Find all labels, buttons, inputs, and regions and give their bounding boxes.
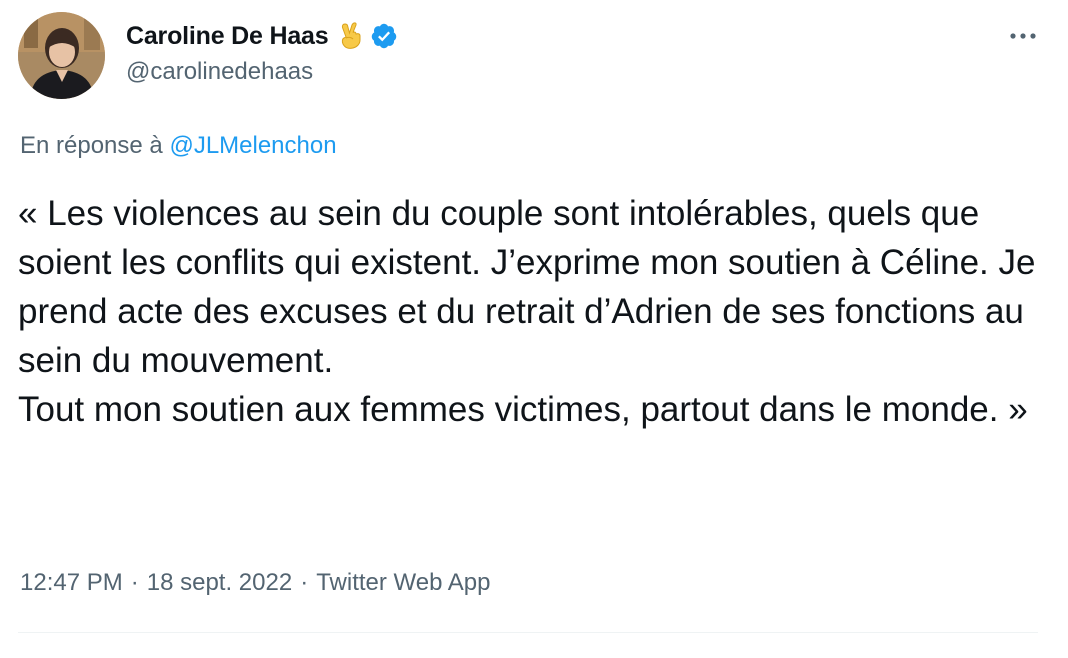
avatar[interactable] bbox=[18, 12, 105, 99]
tweet-text: « Les violences au sein du couple sont i… bbox=[18, 189, 1038, 434]
tweet-metadata: 12:47 PM · 18 sept. 2022 · Twitter Web App bbox=[20, 569, 491, 597]
display-name[interactable]: Caroline De Haas bbox=[126, 22, 329, 51]
tweet-time[interactable]: 12:47 PM bbox=[20, 569, 123, 596]
tweet-container: Caroline De Haas @carolinedehaas En répo… bbox=[0, 0, 1068, 658]
more-options-icon[interactable] bbox=[1006, 22, 1040, 50]
tweet-paragraph: « Les violences au sein du couple sont i… bbox=[18, 194, 1036, 380]
verified-badge-icon bbox=[370, 22, 398, 50]
reply-context: En réponse à @JLMelenchon bbox=[20, 132, 337, 160]
reply-prefix: En réponse à bbox=[20, 132, 163, 159]
name-row: Caroline De Haas bbox=[126, 20, 398, 52]
author-header: Caroline De Haas @carolinedehaas bbox=[126, 20, 398, 86]
tweet-paragraph: Tout mon soutien aux femmes victimes, pa… bbox=[18, 390, 1028, 429]
meta-separator: · bbox=[300, 569, 309, 596]
author-handle[interactable]: @carolinedehaas bbox=[126, 58, 398, 86]
tweet-source[interactable]: Twitter Web App bbox=[316, 569, 490, 596]
meta-separator: · bbox=[130, 569, 139, 596]
victory-hand-icon bbox=[338, 22, 364, 50]
avatar-image bbox=[18, 12, 105, 99]
tweet-date[interactable]: 18 sept. 2022 bbox=[147, 569, 292, 596]
reply-mention-link[interactable]: @JLMelenchon bbox=[169, 132, 336, 159]
divider bbox=[18, 632, 1038, 633]
